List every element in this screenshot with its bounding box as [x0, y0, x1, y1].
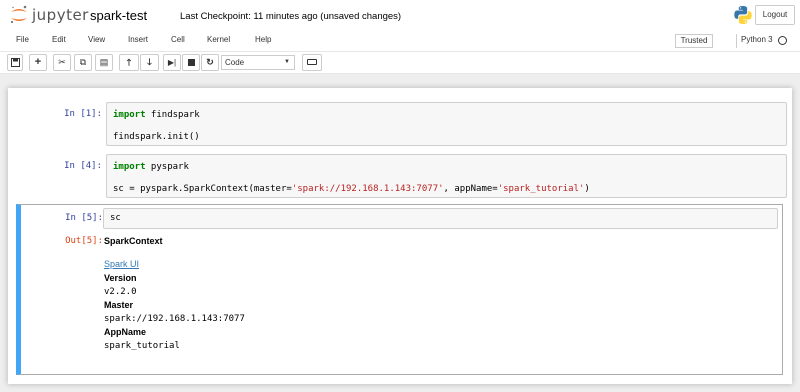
code-string: 'spark://192.168.1.143:7077': [291, 184, 444, 194]
code-text: pyspark: [145, 162, 189, 172]
restart-icon: ↻: [206, 57, 214, 67]
menu-help[interactable]: Help: [255, 35, 271, 44]
logout-button[interactable]: Logout: [755, 5, 795, 25]
jupyter-logo[interactable]: jupyter: [8, 4, 88, 26]
master-label: Master: [104, 300, 134, 310]
input-prompt: In [4]:: [64, 161, 102, 171]
code-input[interactable]: sc: [103, 208, 778, 229]
input-prompt: In [5]:: [65, 213, 103, 223]
menu-edit[interactable]: Edit: [52, 35, 66, 44]
menu-file[interactable]: File: [16, 35, 29, 44]
checkpoint-status: Last Checkpoint: 11 minutes ago (unsaved…: [180, 11, 402, 22]
menu-insert[interactable]: Insert: [128, 35, 148, 44]
python-logo-icon: [734, 6, 752, 24]
master-value: spark://192.168.1.143:7077: [104, 314, 245, 324]
paste-icon: ▤: [99, 57, 109, 67]
move-down-button[interactable]: 🡓: [140, 54, 159, 71]
command-palette-button[interactable]: [302, 54, 322, 71]
arrow-down-icon: 🡓: [147, 57, 152, 67]
move-up-button[interactable]: 🡑: [119, 54, 139, 71]
code-text: sc = pyspark.SparkContext(master=: [113, 184, 292, 194]
code-cell-2[interactable]: In [4]: import pyspark sc = pyspark.Spar…: [16, 151, 787, 201]
header: jupyter spark-test Last Checkpoint: 11 m…: [0, 0, 800, 30]
code-text: findspark: [145, 110, 200, 120]
notebook-name[interactable]: spark-test: [90, 8, 147, 23]
kernel-status-icon: [778, 36, 787, 45]
copy-icon: ⧉: [79, 57, 87, 67]
appname-value: spark_tutorial: [104, 341, 180, 351]
code-input[interactable]: import findspark findspark.init(): [106, 102, 787, 146]
menu-view[interactable]: View: [88, 35, 105, 44]
toolbar: + ✂ ⧉ ▤ 🡑 🡓 ▶| ↻ Code ▼: [0, 52, 800, 74]
menubar: File Edit View Insert Cell Kernel Help T…: [0, 30, 800, 52]
code-keyword: import: [113, 162, 146, 172]
output-prompt: Out[5]:: [65, 236, 103, 246]
plus-icon: +: [34, 56, 42, 68]
kernel-divider: [736, 34, 737, 48]
version-label: Version: [104, 273, 137, 283]
code-string: 'spark_tutorial': [497, 184, 585, 194]
code-line-1: import pyspark: [113, 162, 189, 172]
run-button[interactable]: ▶|: [163, 54, 181, 71]
output-title: SparkContext: [104, 236, 163, 246]
code-keyword: import: [113, 110, 146, 120]
appname-label: AppName: [104, 327, 147, 337]
jupyter-logo-icon: [10, 5, 27, 24]
chevron-down-icon: ▼: [284, 59, 290, 65]
code-text: ): [584, 184, 590, 194]
code-line-2: sc = pyspark.SparkContext(master='spark:…: [113, 184, 590, 194]
copy-button[interactable]: ⧉: [74, 54, 92, 71]
code-line-1: import findspark: [113, 110, 200, 120]
code-line-2: findspark.init(): [113, 132, 200, 142]
paste-button[interactable]: ▤: [95, 54, 113, 71]
notebook-container: In [1]: import findspark findspark.init(…: [8, 88, 792, 384]
menu-cell[interactable]: Cell: [171, 35, 185, 44]
logo-text: jupyter: [32, 6, 89, 24]
save-button[interactable]: [7, 54, 23, 71]
restart-button[interactable]: ↻: [201, 54, 219, 71]
code-cell-3-selected[interactable]: In [5]: sc Out[5]: SparkContext Spark UI…: [16, 204, 783, 375]
input-prompt: In [1]:: [64, 109, 102, 119]
run-icon: ▶|: [167, 58, 177, 67]
kernel-name[interactable]: Python 3: [741, 35, 773, 44]
code-cell-1[interactable]: In [1]: import findspark findspark.init(…: [16, 99, 787, 149]
code-line-1: sc: [110, 213, 121, 223]
stop-icon: [187, 59, 195, 66]
arrow-up-icon: 🡑: [126, 57, 132, 67]
cut-icon: ✂: [58, 57, 66, 67]
menu-kernel[interactable]: Kernel: [207, 35, 230, 44]
save-icon: [10, 58, 20, 67]
spark-ui-link[interactable]: Spark UI: [104, 259, 139, 269]
version-value: v2.2.0: [104, 287, 137, 297]
interrupt-button[interactable]: [182, 54, 200, 71]
code-input[interactable]: import pyspark sc = pyspark.SparkContext…: [106, 154, 787, 198]
cell-type-select[interactable]: Code ▼: [221, 55, 295, 70]
code-text: , appName=: [443, 184, 498, 194]
keyboard-icon: [307, 59, 317, 65]
cut-button[interactable]: ✂: [53, 54, 71, 71]
cell-type-value: Code: [225, 58, 245, 67]
trusted-indicator[interactable]: Trusted: [675, 34, 713, 48]
insert-cell-button[interactable]: +: [29, 54, 47, 71]
